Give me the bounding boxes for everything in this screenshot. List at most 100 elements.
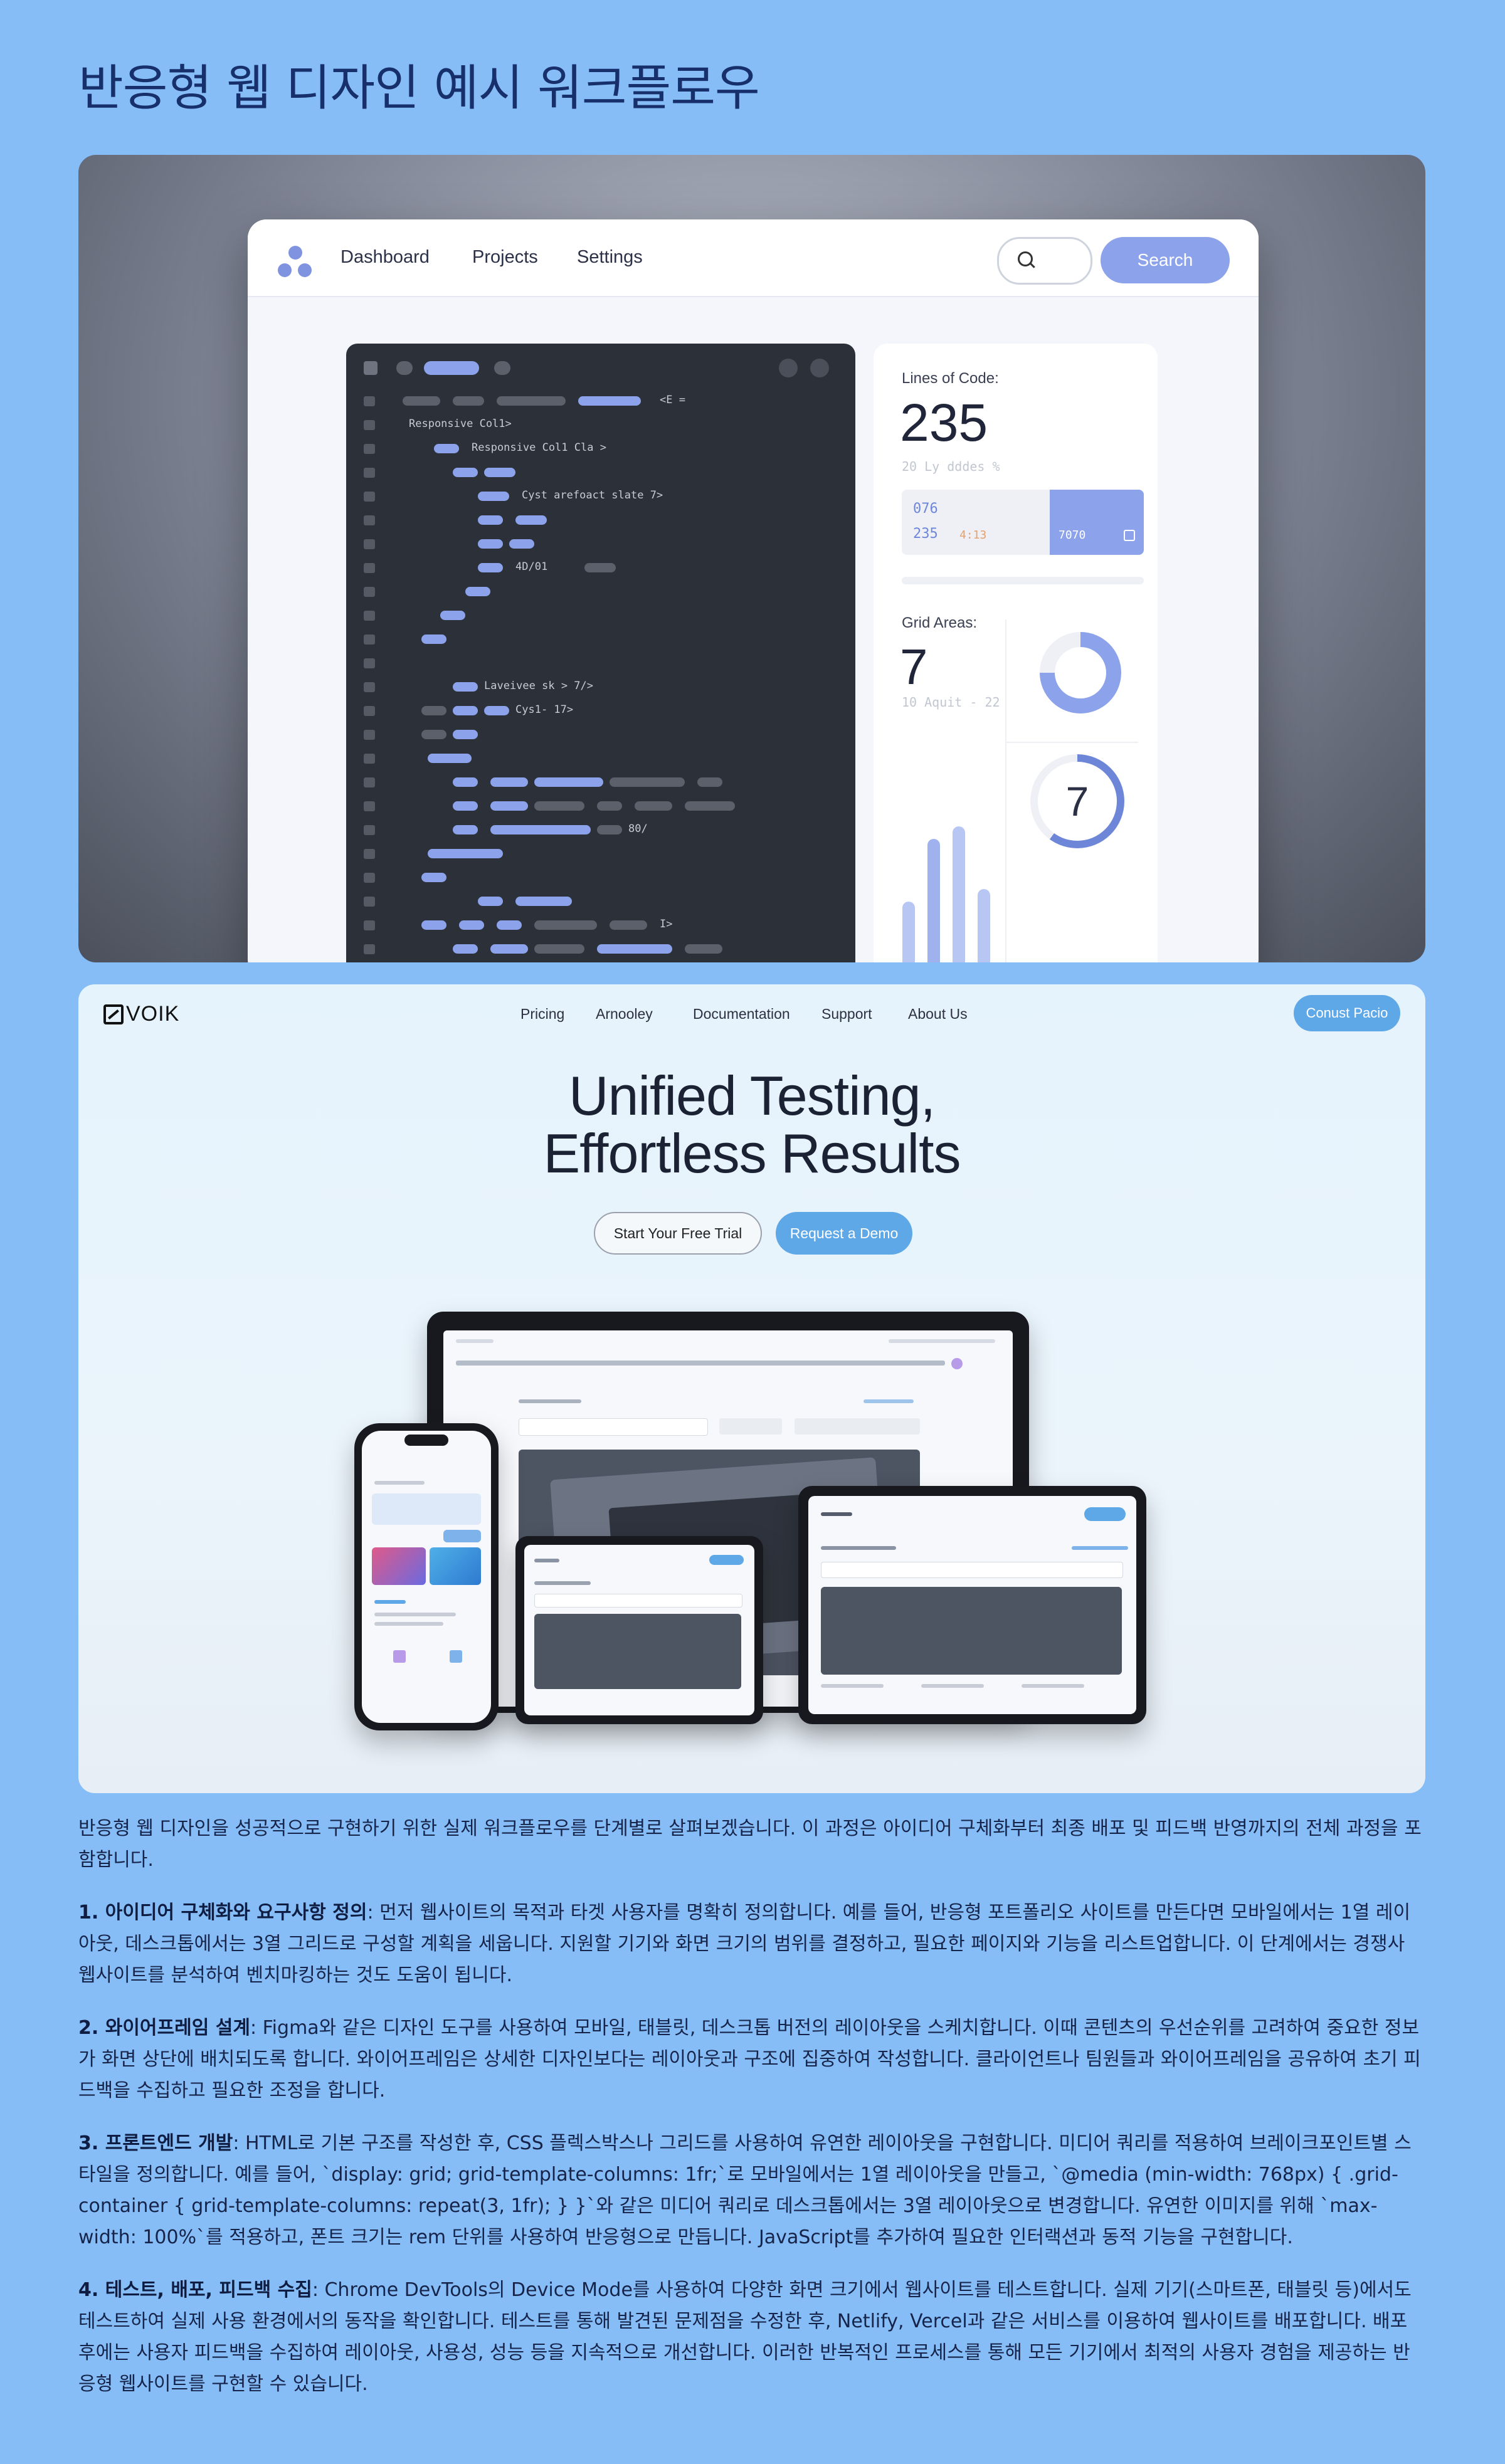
code-token bbox=[421, 634, 446, 644]
step-paragraph: 1. 아이디어 구체화와 요구사항 정의: 먼저 웹사이트의 목적과 타겟 사용… bbox=[78, 1897, 1427, 1991]
brand-name: VOIK bbox=[126, 1002, 180, 1026]
code-text: 80/ bbox=[628, 823, 648, 835]
dashboard-navbar: Dashboard Projects Settings Search bbox=[248, 219, 1259, 297]
square-icon bbox=[1124, 530, 1135, 541]
step-title: 1. 아이디어 구체화와 요구사항 정의 bbox=[78, 1902, 367, 1924]
code-token bbox=[453, 777, 478, 787]
code-token bbox=[697, 777, 722, 787]
loc-breakdown-box: 076 235 4:13 7070 bbox=[902, 490, 1144, 555]
code-token bbox=[453, 682, 478, 692]
line-gutter-marker bbox=[364, 944, 375, 954]
grid-areas-label: Grid Areas: bbox=[902, 614, 978, 631]
code-text: <E = bbox=[660, 394, 685, 406]
highlight-block: 7070 bbox=[1050, 490, 1144, 555]
loc-value: 235 bbox=[900, 393, 988, 452]
code-token bbox=[453, 825, 478, 834]
code-token bbox=[497, 396, 566, 406]
code-line: Cys1- 17> bbox=[346, 703, 855, 717]
line-gutter-marker bbox=[364, 587, 375, 597]
line-gutter-marker bbox=[364, 658, 375, 668]
mini-bar-chart bbox=[899, 826, 999, 962]
code-token bbox=[453, 468, 478, 477]
nav-documentation-link[interactable]: Documentation bbox=[693, 1006, 790, 1023]
code-token bbox=[453, 944, 478, 954]
line-gutter-marker bbox=[364, 682, 375, 692]
product-landing-image: VOIK Pricing Arnooley Documentation Supp… bbox=[78, 984, 1425, 1793]
code-token bbox=[534, 801, 584, 811]
progress-ring: 7 bbox=[1030, 754, 1124, 848]
code-line bbox=[346, 632, 855, 646]
search-input[interactable] bbox=[997, 237, 1092, 285]
line-gutter-marker bbox=[364, 730, 375, 740]
code-token bbox=[490, 777, 528, 787]
code-line: Responsive Col1 Cla > bbox=[346, 441, 855, 455]
box-number: 076 bbox=[913, 501, 938, 517]
line-gutter-marker bbox=[364, 801, 375, 811]
code-token bbox=[584, 563, 616, 572]
code-line bbox=[346, 799, 855, 813]
close-icon[interactable] bbox=[810, 359, 829, 377]
nav-support-link[interactable]: Support bbox=[821, 1006, 872, 1023]
line-gutter-marker bbox=[364, 825, 375, 835]
code-token bbox=[635, 801, 672, 811]
brand-mark-icon bbox=[103, 1004, 124, 1024]
nav-dashboard-link[interactable]: Dashboard bbox=[341, 247, 430, 268]
step-title: 2. 와이어프레임 설계 bbox=[78, 2017, 250, 2039]
line-gutter-marker bbox=[364, 563, 375, 573]
code-token bbox=[428, 849, 503, 858]
code-token bbox=[490, 825, 591, 834]
code-text: 4D/01 bbox=[515, 561, 548, 573]
search-button[interactable]: Search bbox=[1101, 237, 1230, 283]
line-gutter-marker bbox=[364, 706, 375, 716]
code-line: 80/ bbox=[346, 823, 855, 836]
code-token bbox=[478, 539, 503, 549]
code-token bbox=[490, 801, 528, 811]
code-token bbox=[465, 587, 490, 596]
nav-about-link[interactable]: About Us bbox=[908, 1006, 968, 1023]
phone-device bbox=[354, 1423, 499, 1730]
line-gutter-marker bbox=[364, 396, 375, 406]
step-paragraph: 4. 테스트, 배포, 피드백 수집: Chrome DevTools의 Dev… bbox=[78, 2275, 1427, 2400]
code-token bbox=[509, 539, 534, 549]
code-line bbox=[346, 537, 855, 550]
search-icon bbox=[1018, 251, 1033, 266]
code-token bbox=[534, 920, 597, 930]
tablet-device bbox=[515, 1536, 763, 1724]
code-line bbox=[346, 465, 855, 479]
nav-arnooley-link[interactable]: Arnooley bbox=[596, 1006, 653, 1023]
request-demo-button[interactable]: Request a Demo bbox=[776, 1212, 912, 1255]
box-number: 4:13 bbox=[959, 529, 987, 542]
step-title: 4. 테스트, 배포, 피드백 수집 bbox=[78, 2279, 312, 2301]
code-line bbox=[346, 751, 855, 765]
brand-logo[interactable]: VOIK bbox=[103, 1002, 179, 1026]
contact-button[interactable]: Conust Pacio bbox=[1294, 995, 1400, 1031]
code-text: I> bbox=[660, 918, 673, 930]
run-icon[interactable] bbox=[779, 359, 798, 377]
code-token bbox=[685, 944, 722, 954]
code-line: I> bbox=[346, 918, 855, 932]
free-trial-button[interactable]: Start Your Free Trial bbox=[594, 1212, 762, 1255]
line-gutter-marker bbox=[364, 849, 375, 859]
line-gutter-marker bbox=[364, 897, 375, 907]
line-gutter-marker bbox=[364, 920, 375, 930]
article-body: 반응형 웹 디자인을 성공적으로 구현하기 위한 실제 워크플로우를 단계별로 … bbox=[78, 1813, 1427, 2421]
hero-heading: Unified Testing, Effortless Results bbox=[78, 1067, 1425, 1182]
code-line bbox=[346, 513, 855, 527]
stats-card: Lines of Code: 235 20 Ly dddes % 076 235… bbox=[874, 344, 1158, 962]
code-token bbox=[578, 396, 641, 406]
line-gutter-marker bbox=[364, 515, 375, 525]
nav-projects-link[interactable]: Projects bbox=[472, 247, 538, 268]
code-token bbox=[453, 706, 478, 715]
app-logo-icon bbox=[278, 246, 313, 278]
divider bbox=[902, 577, 1144, 584]
nav-pricing-link[interactable]: Pricing bbox=[520, 1006, 564, 1023]
code-token bbox=[428, 754, 472, 763]
nav-settings-link[interactable]: Settings bbox=[577, 247, 643, 268]
line-gutter-marker bbox=[364, 468, 375, 478]
code-token bbox=[597, 944, 672, 954]
code-token bbox=[534, 777, 603, 787]
dashboard-mockup-image: Dashboard Projects Settings Search <E = R… bbox=[78, 155, 1425, 962]
loc-subtext: 20 Ly dddes % bbox=[902, 459, 1000, 474]
editor-toolbar bbox=[346, 344, 855, 377]
code-token bbox=[685, 801, 735, 811]
